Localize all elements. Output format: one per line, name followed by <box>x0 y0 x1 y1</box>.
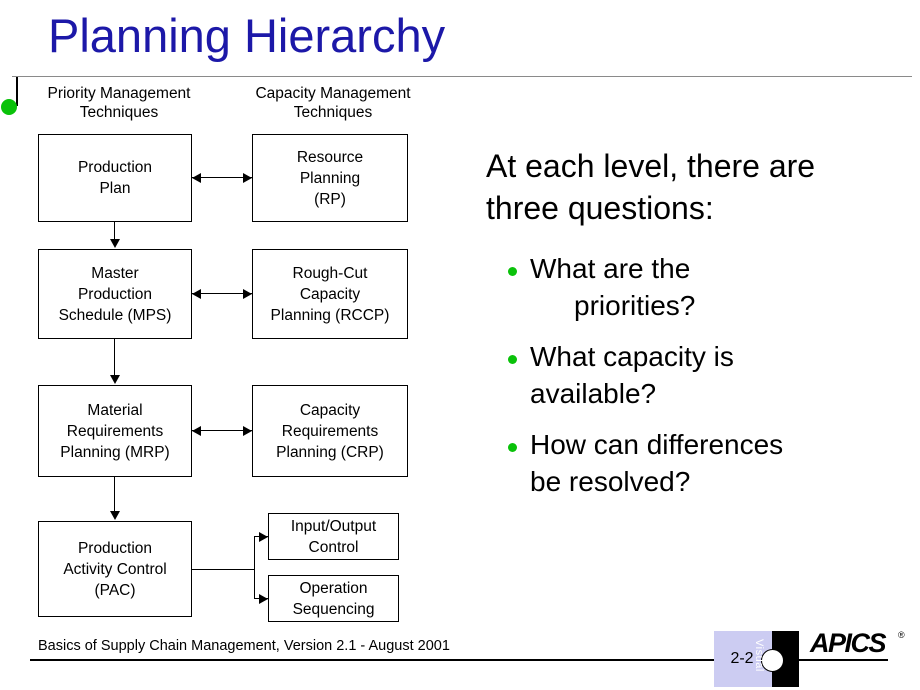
arrow-right-icon <box>243 173 252 183</box>
connector-pp-to-mps <box>114 222 115 240</box>
apics-logo: APICS ® <box>810 628 910 658</box>
arrow-down-icon <box>110 239 120 248</box>
arrow-down-icon <box>110 511 120 520</box>
flow-box-resource-planning[interactable]: Resource Planning (RP) <box>252 134 408 222</box>
title-divider <box>12 76 912 77</box>
bullet-line-2: priorities? <box>574 290 696 321</box>
flow-box-operation-sequencing[interactable]: Operation Sequencing <box>268 575 399 622</box>
list-item: What are the priorities? <box>500 250 904 324</box>
list-item: How can differences be resolved? <box>500 426 904 500</box>
arrow-right-icon <box>259 594 268 604</box>
flow-box-rough-cut-capacity-planning[interactable]: Rough-Cut Capacity Planning (RCCP) <box>252 249 408 339</box>
flow-box-production-activity-control[interactable]: Production Activity Control (PAC) <box>38 521 192 617</box>
bullet-dot-icon <box>508 355 517 364</box>
green-dot-icon <box>1 99 17 115</box>
connector-mrp-to-pac <box>114 477 115 512</box>
bullet-line-2: available? <box>530 378 657 409</box>
arrow-down-icon <box>110 375 120 384</box>
flow-box-production-plan[interactable]: Production Plan <box>38 134 192 222</box>
slide-canvas: Planning Hierarchy Priority Management T… <box>0 0 920 690</box>
connector-pac-stem <box>192 569 254 570</box>
arrow-left-icon <box>192 289 201 299</box>
flow-box-input-output-control[interactable]: Input/Output Control <box>268 513 399 560</box>
arrow-left-icon <box>192 173 201 183</box>
bullet-line-2: be resolved? <box>530 466 691 497</box>
arrow-left-icon <box>192 426 201 436</box>
flow-box-material-requirements-planning[interactable]: Material Requirements Planning (MRP) <box>38 385 192 477</box>
list-item: What capacity is available? <box>500 338 904 412</box>
arrow-right-icon <box>243 426 252 436</box>
arrow-right-icon <box>243 289 252 299</box>
bullet-line-1: How can differences <box>530 429 784 460</box>
intro-question-text: At each level, there are three questions… <box>486 148 816 226</box>
bullet-dot-icon <box>508 267 517 276</box>
flow-box-master-production-schedule[interactable]: Master Production Schedule (MPS) <box>38 249 192 339</box>
page-number-badge: 2-2 Visual <box>714 631 799 687</box>
bullet-dot-icon <box>508 443 517 452</box>
flow-box-capacity-requirements-planning[interactable]: Capacity Requirements Planning (CRP) <box>252 385 408 477</box>
badge-visual-label: Visual <box>753 639 765 672</box>
footer-source-text: Basics of Supply Chain Management, Versi… <box>38 638 450 654</box>
registered-trademark-icon: ® <box>898 630 905 640</box>
question-bullet-list: What are the priorities? What capacity i… <box>500 250 904 514</box>
anchor-line <box>16 77 18 106</box>
page-title: Planning Hierarchy <box>48 9 446 62</box>
connector-pac-branch <box>254 536 255 598</box>
bullet-line-1: What capacity is <box>530 341 734 372</box>
arrow-right-icon <box>259 532 268 542</box>
bullet-line-1: What are the <box>530 253 691 284</box>
column-heading-capacity: Capacity Management Techniques <box>255 85 411 121</box>
apics-wordmark: APICS <box>810 628 887 658</box>
connector-mps-to-mrp <box>114 339 115 376</box>
column-heading-priority: Priority Management Techniques <box>47 85 191 121</box>
